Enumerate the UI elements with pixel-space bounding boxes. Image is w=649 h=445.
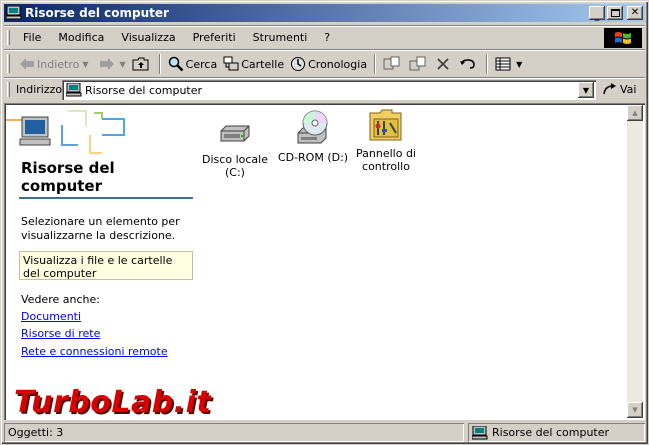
window-title: Risorse del computer (25, 6, 169, 20)
maximize-button[interactable] (607, 6, 623, 20)
standard-toolbar: Indietro ▼ ▼ Cerca Cartelle Cronologia ▼ (4, 49, 645, 77)
item-cd-rom[interactable]: CD-ROM (D:) (273, 109, 353, 164)
menu-favorites[interactable]: Preferiti (186, 31, 243, 44)
vertical-scrollbar[interactable]: ▲ ▼ (627, 105, 643, 418)
back-arrow-icon (20, 58, 34, 70)
panel-title-line2: computer (21, 177, 102, 195)
web-view-banner (6, 105, 126, 154)
minimize-icon: _ (594, 10, 600, 21)
toolbar-separator (486, 54, 489, 74)
delete-icon (437, 58, 449, 70)
address-grip[interactable] (7, 82, 10, 97)
views-icon (495, 57, 511, 71)
history-icon (291, 57, 306, 71)
scroll-down-icon[interactable]: ▼ (627, 402, 643, 418)
back-dropdown-icon[interactable]: ▼ (82, 60, 88, 69)
folders-icon (223, 56, 239, 71)
copy-to-icon (409, 56, 426, 71)
status-bar: Oggetti: 3 Risorse del computer (4, 422, 645, 442)
search-icon (168, 56, 184, 72)
views-button[interactable]: ▼ (492, 53, 525, 75)
panel-description: Selezionare un elemento per visualizzarn… (21, 215, 180, 242)
forward-arrow-icon (99, 58, 114, 70)
status-object-count: Oggetti: 3 (4, 423, 464, 442)
item-control-panel-line1: Pannello di (356, 147, 416, 160)
folders-label: Cartelle (241, 57, 285, 71)
folder-view[interactable]: Risorse del computer Selezionare un elem… (4, 103, 645, 420)
address-dropdown-button[interactable]: ▼ (578, 82, 594, 98)
up-folder-icon (132, 57, 149, 71)
move-to-button[interactable] (380, 53, 406, 75)
close-button[interactable]: ✕ (627, 6, 643, 20)
status-location: Risorse del computer (468, 423, 645, 442)
toolbar-grip[interactable] (7, 54, 10, 73)
delete-button[interactable] (432, 53, 456, 75)
menu-view[interactable]: Visualizza (114, 31, 182, 44)
hard-drive-icon (220, 125, 250, 142)
title-bar[interactable]: Risorse del computer _ ✕ (4, 4, 645, 22)
folders-button[interactable]: Cartelle (220, 53, 287, 75)
copy-to-button[interactable] (406, 53, 432, 75)
address-bar: Indirizzo Risorse del computer ▼ Vai (4, 77, 645, 101)
windows-logo-icon (604, 28, 642, 48)
menu-grip[interactable] (7, 30, 10, 45)
cd-rom-icon (297, 110, 328, 144)
see-also-label: Vedere anche: (21, 293, 100, 306)
item-local-disk-line1: Disco locale (202, 153, 268, 166)
address-label: Indirizzo (16, 83, 63, 96)
menu-tools[interactable]: Strumenti (246, 31, 315, 44)
history-label: Cronologia (308, 57, 368, 71)
item-control-panel[interactable]: Pannello di controllo (346, 109, 426, 173)
minimize-button[interactable]: _ (589, 6, 605, 21)
item-local-disk-line2: (C:) (225, 166, 245, 179)
move-to-icon (383, 56, 400, 70)
link-rete-connessioni[interactable]: Rete e connessioni remote (21, 345, 168, 358)
history-button[interactable]: Cronologia (287, 53, 370, 75)
panel-title: Risorse del computer (21, 159, 115, 195)
address-value: Risorse del computer (85, 83, 203, 97)
undo-icon (460, 59, 475, 69)
scroll-up-icon[interactable]: ▲ (627, 105, 643, 121)
views-dropdown-icon[interactable]: ▼ (516, 60, 522, 69)
title-divider (19, 197, 193, 199)
menu-bar: File Modifica Visualizza Preferiti Strum… (4, 25, 645, 49)
item-control-panel-line2: controllo (362, 160, 410, 173)
my-computer-icon (66, 83, 82, 97)
go-button[interactable]: Vai (602, 82, 636, 96)
up-folder-button[interactable] (129, 53, 155, 75)
toolbar-separator (158, 54, 161, 74)
link-documenti[interactable]: Documenti (21, 310, 81, 323)
menu-file[interactable]: File (16, 31, 48, 44)
chevron-down-icon: ▼ (582, 85, 590, 95)
info-tip: Visualizza i file e le cartelle del comp… (19, 251, 193, 280)
back-button[interactable]: Indietro ▼ (16, 53, 92, 75)
undo-button[interactable] (456, 53, 482, 75)
item-local-disk[interactable]: Disco locale (C:) (195, 119, 275, 179)
menu-help[interactable]: ? (317, 31, 337, 44)
toolbar-separator (374, 54, 377, 74)
search-label: Cerca (185, 57, 218, 71)
control-panel-icon (369, 109, 402, 141)
panel-title-line1: Risorse del (21, 159, 115, 177)
my-computer-icon (6, 6, 22, 20)
go-arrow-icon (603, 83, 616, 95)
web-view-panel: Risorse del computer Selezionare un elem… (6, 105, 193, 415)
watermark-logo: TurboLab.it (14, 385, 212, 420)
status-location-text: Risorse del computer (492, 426, 610, 439)
menu-edit[interactable]: Modifica (51, 31, 111, 44)
forward-button[interactable]: ▼ (96, 53, 129, 75)
back-label: Indietro (37, 57, 80, 71)
close-icon: ✕ (630, 7, 640, 18)
maximize-icon (610, 9, 620, 17)
forward-dropdown-icon[interactable]: ▼ (120, 60, 126, 69)
go-label: Vai (620, 82, 637, 96)
address-input[interactable]: Risorse del computer ▼ (62, 80, 596, 100)
my-computer-icon (472, 425, 488, 439)
link-risorse-di-rete[interactable]: Risorse di rete (21, 327, 100, 340)
item-cd-rom-line1: CD-ROM (D:) (277, 151, 349, 164)
explorer-window: Risorse del computer _ ✕ File Modifica V… (0, 0, 649, 445)
search-button[interactable]: Cerca (165, 53, 221, 75)
